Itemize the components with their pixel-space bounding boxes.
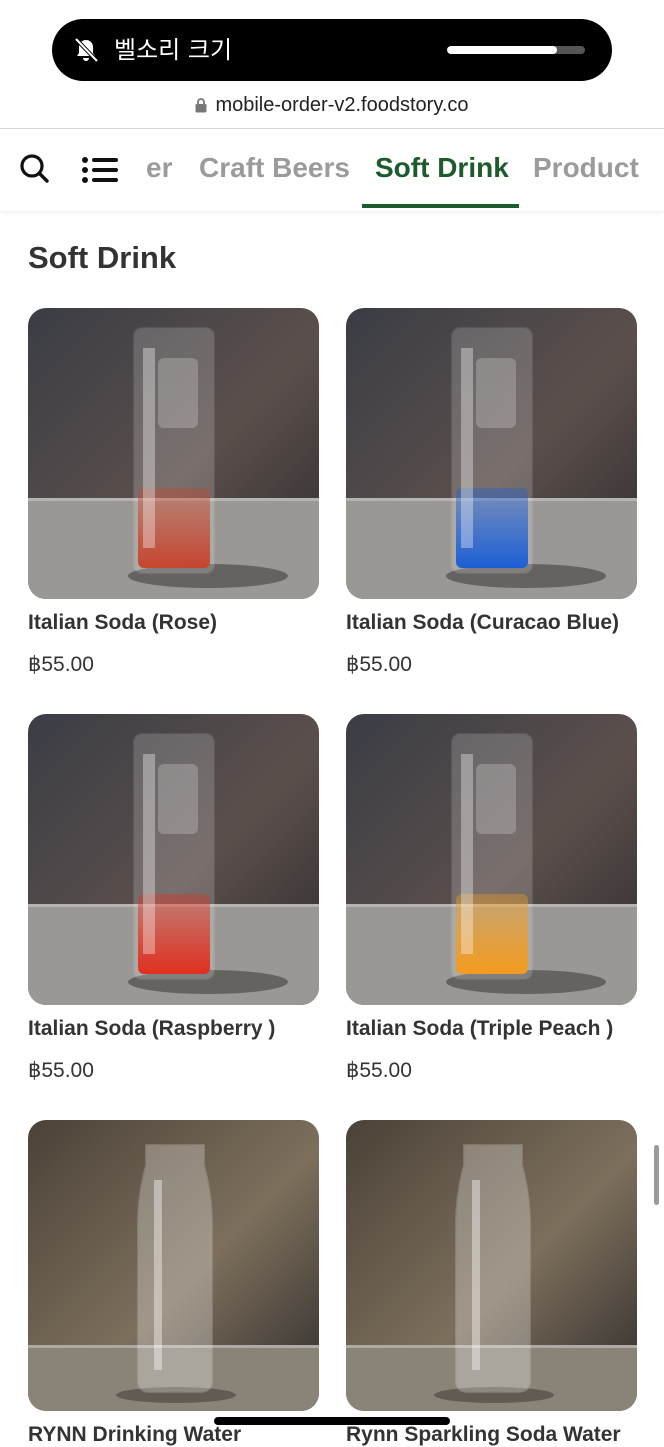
section-title: Soft Drink — [28, 240, 177, 275]
product-photo[interactable] — [28, 308, 319, 599]
product-name: Italian Soda (Triple Peach ) — [346, 1017, 614, 1040]
address-bar[interactable]: mobile-order-v2.foodstory.co — [0, 90, 664, 120]
tab-product[interactable]: Product — [533, 129, 639, 211]
product-photo[interactable] — [346, 1120, 637, 1411]
search-icon[interactable] — [19, 153, 49, 183]
product-name: Italian Soda (Rose) — [28, 611, 218, 634]
product-name: Rynn Sparkling Soda Water — [346, 1423, 621, 1446]
product-card[interactable]: Italian Soda (Rose) ฿55.00 — [28, 308, 319, 677]
product-card[interactable]: Italian Soda (Curacao Blue) ฿55.00 — [346, 308, 637, 677]
tab-craft-beers[interactable]: Craft Beers — [199, 129, 350, 211]
category-tabs: er Craft Beers Soft Drink Product — [146, 129, 664, 211]
volume-level-fill — [447, 46, 558, 54]
product-price: ฿55.00 — [346, 1059, 412, 1082]
scrollbar[interactable] — [654, 1145, 659, 1205]
tab-soft-drink[interactable]: Soft Drink — [375, 129, 509, 211]
product-price: ฿55.00 — [346, 653, 412, 676]
product-price: ฿55.00 — [28, 653, 94, 676]
url-text: mobile-order-v2.foodstory.co — [215, 93, 469, 116]
volume-label: 벨소리 크기 — [114, 36, 233, 64]
tab-partial-category[interactable]: er — [146, 129, 172, 211]
product-name: Italian Soda (Curacao Blue) — [346, 611, 620, 634]
category-list-icon[interactable] — [82, 157, 118, 183]
product-card[interactable]: Italian Soda (Triple Peach ) ฿55.00 — [346, 714, 637, 1083]
product-photo[interactable] — [346, 308, 637, 599]
product-price: ฿55.00 — [28, 1059, 94, 1082]
product-name: Italian Soda (Raspberry ) — [28, 1017, 276, 1040]
active-tab-indicator — [362, 204, 519, 208]
product-card[interactable]: Italian Soda (Raspberry ) ฿55.00 — [28, 714, 319, 1083]
product-card[interactable]: Rynn Sparkling Soda Water — [346, 1120, 637, 1447]
lock-icon — [195, 97, 207, 112]
product-photo[interactable] — [346, 714, 637, 1005]
home-indicator[interactable] — [214, 1417, 450, 1425]
browser-top-bar: 벨소리 크기 mobile-order-v2.foodstory.co — [0, 0, 664, 128]
product-card[interactable]: RYNN Drinking Water — [28, 1120, 319, 1447]
product-name: RYNN Drinking Water — [28, 1423, 242, 1446]
product-photo[interactable] — [28, 714, 319, 1005]
volume-slider — [447, 46, 585, 54]
bell-muted-icon — [74, 37, 99, 63]
product-photo[interactable] — [28, 1120, 319, 1411]
volume-indicator-pill: 벨소리 크기 — [52, 19, 612, 81]
